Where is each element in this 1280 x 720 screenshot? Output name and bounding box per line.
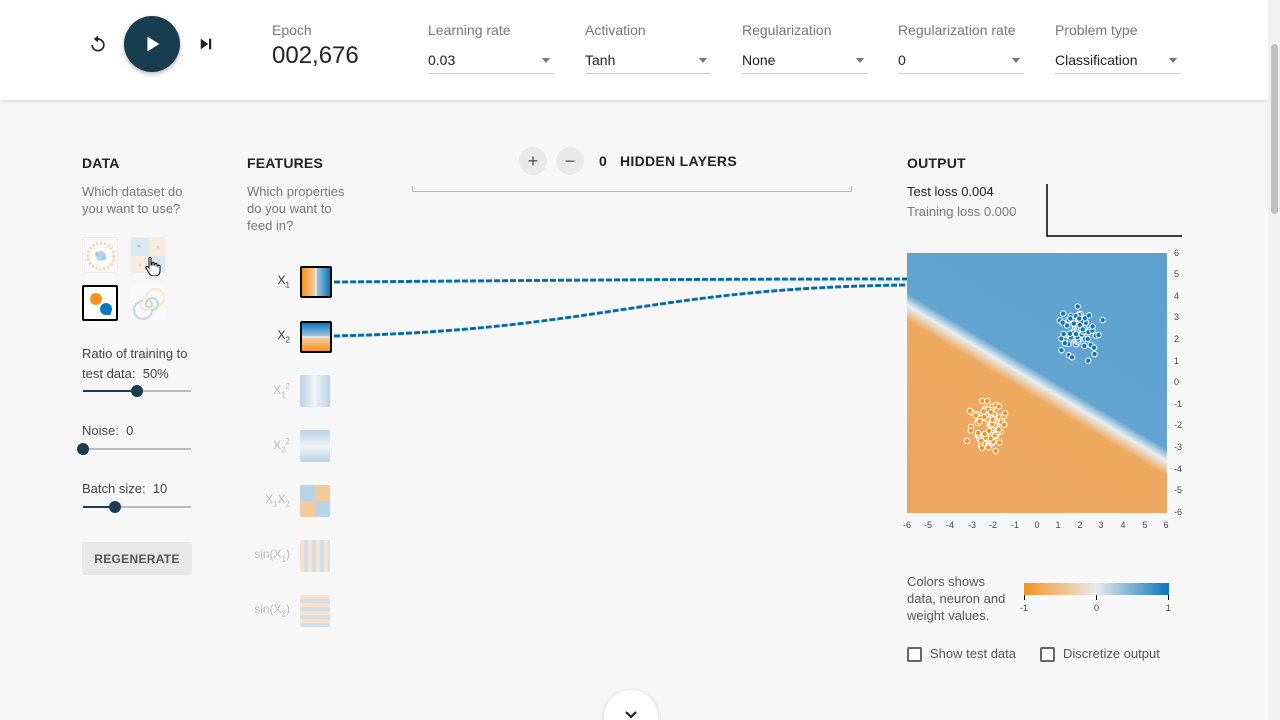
- data-point: [978, 444, 986, 452]
- legend-line: Colors shows: [907, 574, 986, 589]
- y-tick: -1: [1174, 399, 1183, 409]
- data-point: [967, 427, 975, 434]
- data-point: [985, 444, 992, 451]
- training-loss-value: 0.000: [983, 204, 1017, 219]
- data-point: [963, 437, 971, 445]
- test-loss-label: Test loss: [907, 184, 958, 199]
- color-scale-bar: [1024, 583, 1169, 595]
- x-tick: -3: [967, 520, 976, 530]
- data-point: [996, 439, 1003, 446]
- loss-chart: [1046, 184, 1182, 237]
- x-tick: -2: [988, 520, 997, 530]
- data-point: [1066, 330, 1074, 337]
- x-tick: 0: [1034, 520, 1040, 530]
- data-point: [972, 412, 980, 419]
- legend-mid: 0: [1094, 603, 1100, 613]
- chevron-down-icon: [625, 711, 637, 719]
- x-tick: 3: [1098, 520, 1104, 530]
- data-point: [1089, 323, 1096, 330]
- data-point: [1061, 340, 1069, 347]
- y-tick: -4: [1174, 464, 1183, 474]
- y-tick: -2: [1174, 420, 1183, 430]
- test-loss: Test loss 0.004: [907, 182, 994, 202]
- data-point: [1079, 326, 1086, 333]
- data-point: [1074, 303, 1081, 310]
- y-tick: 2: [1174, 334, 1180, 344]
- data-point: [1070, 320, 1078, 327]
- data-point: [1072, 330, 1080, 338]
- data-point: [1081, 342, 1088, 350]
- data-point: [1099, 316, 1107, 324]
- y-tick: 3: [1174, 312, 1180, 322]
- link-x2-output[interactable]: [333, 283, 908, 338]
- data-point: [1060, 330, 1067, 338]
- discretize-output-label: Discretize output: [1063, 646, 1160, 661]
- training-loss: Training loss 0.000: [907, 202, 1016, 222]
- x-tick: 1: [1055, 520, 1061, 530]
- show-test-data-checkbox[interactable]: [907, 647, 922, 662]
- output-heatmap[interactable]: [907, 253, 1167, 513]
- y-tick: 4: [1174, 291, 1180, 301]
- x-tick: 5: [1142, 520, 1148, 530]
- data-point: [978, 437, 985, 445]
- color-legend-description: Colors shows data, neuron and weight val…: [907, 573, 1005, 624]
- data-point: [1001, 410, 1009, 417]
- data-point: [981, 413, 988, 421]
- data-point: [1001, 421, 1008, 428]
- y-tick: 1: [1174, 356, 1180, 366]
- data-point: [995, 426, 1003, 433]
- data-point: [1085, 357, 1092, 364]
- y-tick: 5: [1174, 269, 1180, 279]
- data-point: [981, 430, 988, 438]
- training-loss-label: Training loss: [907, 204, 981, 219]
- y-tick: -3: [1174, 442, 1183, 452]
- data-points: [963, 303, 1107, 455]
- show-test-data-label: Show test data: [930, 646, 1016, 661]
- data-point: [976, 418, 983, 425]
- data-point: [974, 429, 982, 437]
- data-point: [1084, 335, 1091, 343]
- y-tick: -5: [1174, 485, 1183, 495]
- y-tick: 0: [1174, 377, 1180, 387]
- data-point: [992, 447, 999, 455]
- output-title: OUTPUT: [907, 155, 966, 171]
- link-x2-output-shade: [333, 284, 908, 337]
- data-point: [984, 397, 991, 405]
- data-point: [1091, 350, 1098, 358]
- x-tick: -6: [902, 520, 911, 530]
- x-tick: 6: [1163, 520, 1169, 530]
- data-point: [1060, 310, 1067, 317]
- data-point: [1059, 319, 1066, 326]
- data-point: [1067, 315, 1074, 322]
- x-tick: -5: [923, 520, 932, 530]
- data-point: [987, 409, 995, 416]
- legend-line: data, neuron and: [907, 591, 1006, 606]
- data-point: [1058, 347, 1065, 354]
- discretize-output-checkbox[interactable]: [1040, 647, 1055, 662]
- data-point: [1095, 331, 1102, 339]
- legend-max: 1: [1166, 603, 1172, 613]
- y-tick: -6: [1174, 507, 1183, 517]
- data-point: [966, 407, 973, 415]
- data-point: [1068, 354, 1076, 361]
- data-point: [989, 416, 996, 424]
- legend-line: weight values.: [907, 608, 990, 623]
- data-point: [1076, 315, 1083, 322]
- data-point: [995, 403, 1003, 410]
- x-tick: -1: [1010, 520, 1019, 530]
- data-point: [980, 408, 987, 415]
- x-tick: -4: [945, 520, 954, 530]
- color-scale-ticks: [1024, 595, 1169, 600]
- x-tick: 2: [1077, 520, 1083, 530]
- data-point: [1090, 344, 1098, 351]
- legend-min: -1: [1020, 603, 1029, 613]
- test-loss-value: 0.004: [961, 184, 994, 199]
- y-tick: 6: [1174, 248, 1180, 258]
- x-tick: 4: [1120, 520, 1126, 530]
